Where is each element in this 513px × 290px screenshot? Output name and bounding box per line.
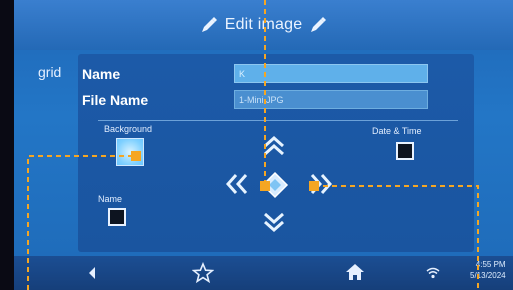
wifi-indicator [426, 266, 440, 284]
center-button[interactable] [260, 170, 290, 200]
bottom-nav-bar [14, 256, 513, 290]
center-icon [261, 171, 289, 199]
star-icon [191, 261, 215, 284]
favorite-button[interactable] [191, 261, 215, 289]
clock-date: 5/13/2024 [470, 271, 506, 280]
home-icon [346, 264, 364, 280]
move-up-button[interactable] [260, 132, 288, 160]
name-checkbox[interactable] [108, 208, 126, 226]
chevron-left-icon [225, 174, 248, 194]
chevron-right-icon [310, 174, 333, 194]
page-title: Edit image [224, 16, 303, 33]
chevron-down-icon [264, 212, 284, 233]
datetime-label: Date & Time [372, 126, 422, 136]
move-right-button[interactable] [306, 170, 336, 198]
title-bar: Edit image [14, 0, 513, 50]
pencil-icon [311, 17, 327, 32]
back-button[interactable] [84, 264, 100, 287]
file-name-label: File Name [82, 92, 149, 108]
wifi-icon [426, 267, 440, 279]
name-toggle-label: Name [98, 194, 123, 204]
device-screen: Edit image grid Name K File Name 1-Mini.… [14, 0, 513, 290]
clock-time: 4:55 PM [475, 260, 506, 269]
name-input[interactable]: K [234, 64, 428, 83]
pencil-icon [201, 17, 217, 32]
move-down-button[interactable] [260, 208, 288, 236]
background-swatch[interactable] [116, 138, 144, 166]
chevron-up-icon [264, 135, 284, 156]
file-name-input[interactable]: 1-Mini.JPG [234, 90, 428, 109]
home-button[interactable] [344, 261, 366, 288]
divider [98, 120, 458, 121]
status-clock: 4:55 PM 5/13/2024 [470, 259, 506, 281]
back-icon [89, 267, 95, 279]
background-label: Background [104, 124, 153, 134]
name-label: Name [82, 66, 121, 82]
move-left-button[interactable] [222, 170, 252, 198]
edit-panel: Name K File Name 1-Mini.JPG Background D… [78, 54, 474, 252]
datetime-checkbox[interactable] [396, 142, 414, 160]
side-label: grid [38, 64, 62, 80]
